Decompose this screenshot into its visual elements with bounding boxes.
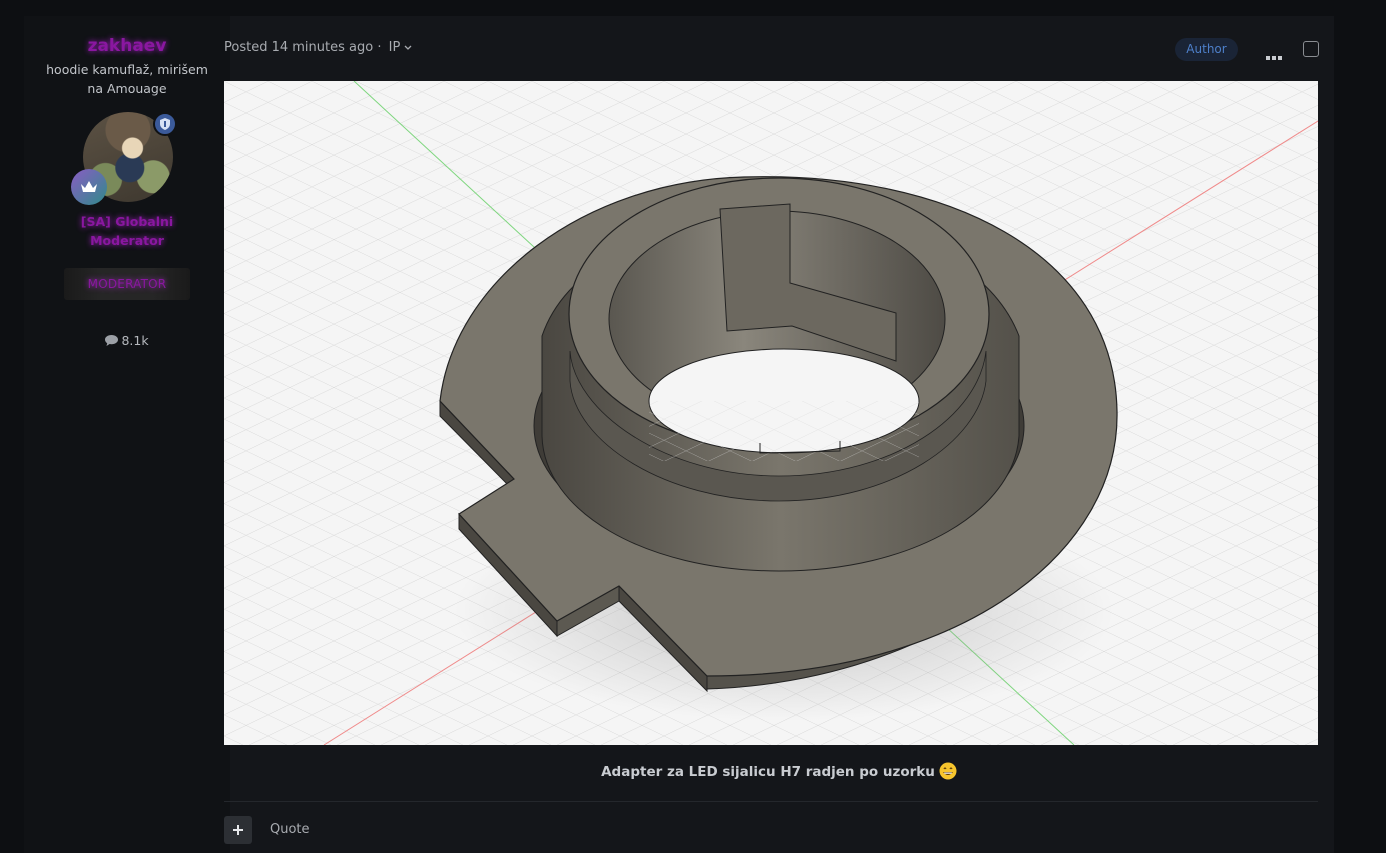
post-count[interactable]: 8.1k — [24, 333, 230, 348]
post-meta: Posted 14 minutes ago · IP — [224, 40, 412, 55]
moderator-badge: MODERATOR — [64, 268, 190, 300]
cad-model-render — [224, 81, 1318, 745]
forum-post: zakhaev hoodie kamuflaž, mirišem na Amou… — [24, 16, 1334, 853]
shield-icon — [153, 112, 177, 136]
post-time[interactable]: 14 minutes ago — [272, 40, 374, 55]
select-post-checkbox[interactable] — [1303, 41, 1319, 57]
post-caption: Adapter za LED sijalicu H7 radjen po uzo… — [224, 762, 1334, 784]
caption-text: Adapter za LED sijalicu H7 radjen po uzo… — [601, 764, 935, 780]
author-badge: Author — [1175, 38, 1238, 61]
meta-separator: · — [377, 40, 382, 55]
author-username[interactable]: zakhaev — [24, 36, 230, 56]
grinning-face-icon — [939, 762, 957, 784]
posted-label: Posted — [224, 40, 268, 55]
ip-dropdown[interactable]: IP — [389, 40, 413, 55]
chevron-down-icon — [404, 45, 412, 50]
ip-label: IP — [388, 40, 401, 55]
author-panel: zakhaev hoodie kamuflaž, mirišem na Amou… — [24, 16, 230, 853]
comment-icon — [105, 335, 119, 346]
crown-icon — [71, 169, 107, 205]
post-count-value: 8.1k — [121, 333, 149, 348]
post-divider — [224, 801, 1318, 802]
plus-icon — [233, 825, 243, 835]
author-group: [SA] Globalni Moderator — [80, 214, 174, 248]
more-options-icon[interactable] — [1266, 46, 1282, 65]
author-custom-title: hoodie kamuflaž, mirišem na Amouage — [46, 62, 208, 96]
post-content: Posted 14 minutes ago · IP Author Adapte… — [224, 16, 1334, 853]
quote-button[interactable]: Quote — [270, 822, 310, 837]
multiquote-button[interactable] — [224, 816, 252, 844]
post-image[interactable] — [224, 81, 1318, 745]
